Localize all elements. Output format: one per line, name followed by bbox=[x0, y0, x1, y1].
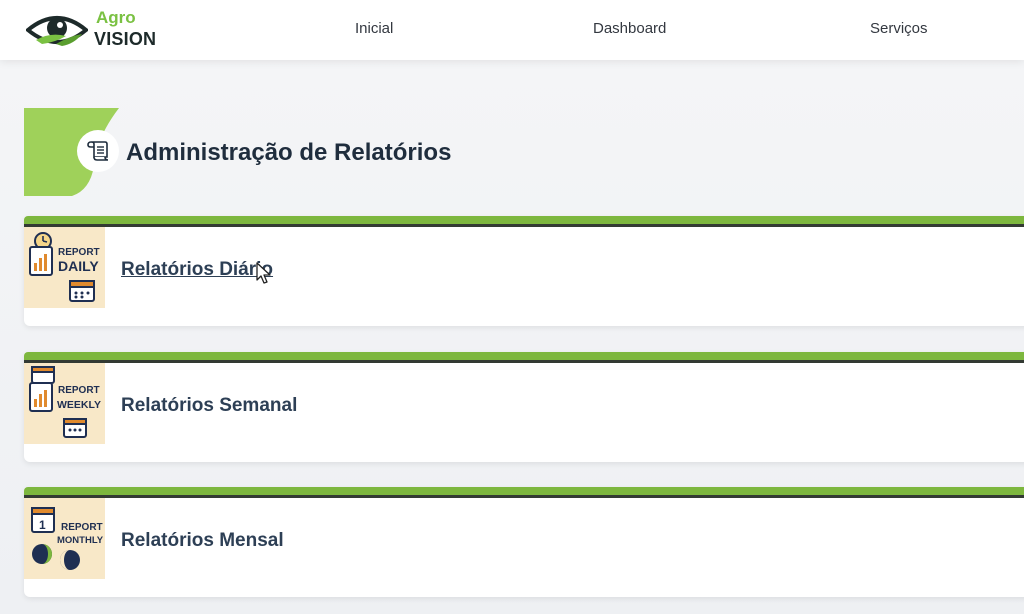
eye-logo-icon bbox=[26, 16, 88, 46]
nav-link-inicial[interactable]: Inicial bbox=[355, 20, 393, 37]
thumb-day: 1 bbox=[39, 518, 46, 532]
report-card-monthly[interactable]: 1 REPORT MONTHLY Relatórios Mensal bbox=[24, 487, 1024, 597]
thumb-line2: WEEKLY bbox=[57, 399, 101, 411]
card-top-line bbox=[24, 360, 1024, 363]
card-top-border bbox=[24, 487, 1024, 495]
report-weekly-icon: REPORT WEEKLY bbox=[24, 363, 105, 444]
thumb-line1: REPORT bbox=[58, 247, 100, 258]
report-link-daily[interactable]: Relatórios Diário bbox=[121, 259, 273, 281]
report-monthly-icon: 1 REPORT MONTHLY bbox=[24, 498, 105, 579]
card-top-line bbox=[24, 224, 1024, 227]
nav-link-servicos[interactable]: Serviços bbox=[870, 20, 928, 37]
logo-text-agro: Agro bbox=[96, 8, 136, 27]
main-content: Administração de Relatórios REPORT DAILY bbox=[0, 60, 1024, 614]
page-header: Administração de Relatórios bbox=[24, 108, 1004, 196]
report-card-daily[interactable]: REPORT DAILY Relatórios Diário bbox=[24, 216, 1024, 326]
nav-link-dashboard[interactable]: Dashboard bbox=[593, 20, 666, 37]
report-daily-icon: REPORT DAILY bbox=[24, 227, 105, 308]
mouse-cursor-icon bbox=[256, 262, 271, 284]
scroll-icon bbox=[77, 130, 119, 172]
report-link-monthly[interactable]: Relatórios Mensal bbox=[121, 530, 284, 552]
report-card-weekly[interactable]: REPORT WEEKLY Relatórios Semanal bbox=[24, 352, 1024, 462]
thumb-line2: MONTHLY bbox=[57, 535, 104, 546]
logo-text-vision: VISION bbox=[94, 29, 157, 49]
report-link-weekly[interactable]: Relatórios Semanal bbox=[121, 395, 297, 417]
agro-vision-logo[interactable]: Agro VISION bbox=[26, 6, 176, 56]
top-navbar: Agro VISION Inicial Dashboard Serviços bbox=[0, 0, 1024, 60]
thumb-line2: DAILY bbox=[58, 258, 99, 274]
thumb-line1: REPORT bbox=[58, 385, 100, 396]
thumb-line1: REPORT bbox=[61, 522, 103, 533]
page-title: Administração de Relatórios bbox=[126, 139, 452, 166]
card-top-line bbox=[24, 495, 1024, 498]
card-top-border bbox=[24, 216, 1024, 224]
card-top-border bbox=[24, 352, 1024, 360]
